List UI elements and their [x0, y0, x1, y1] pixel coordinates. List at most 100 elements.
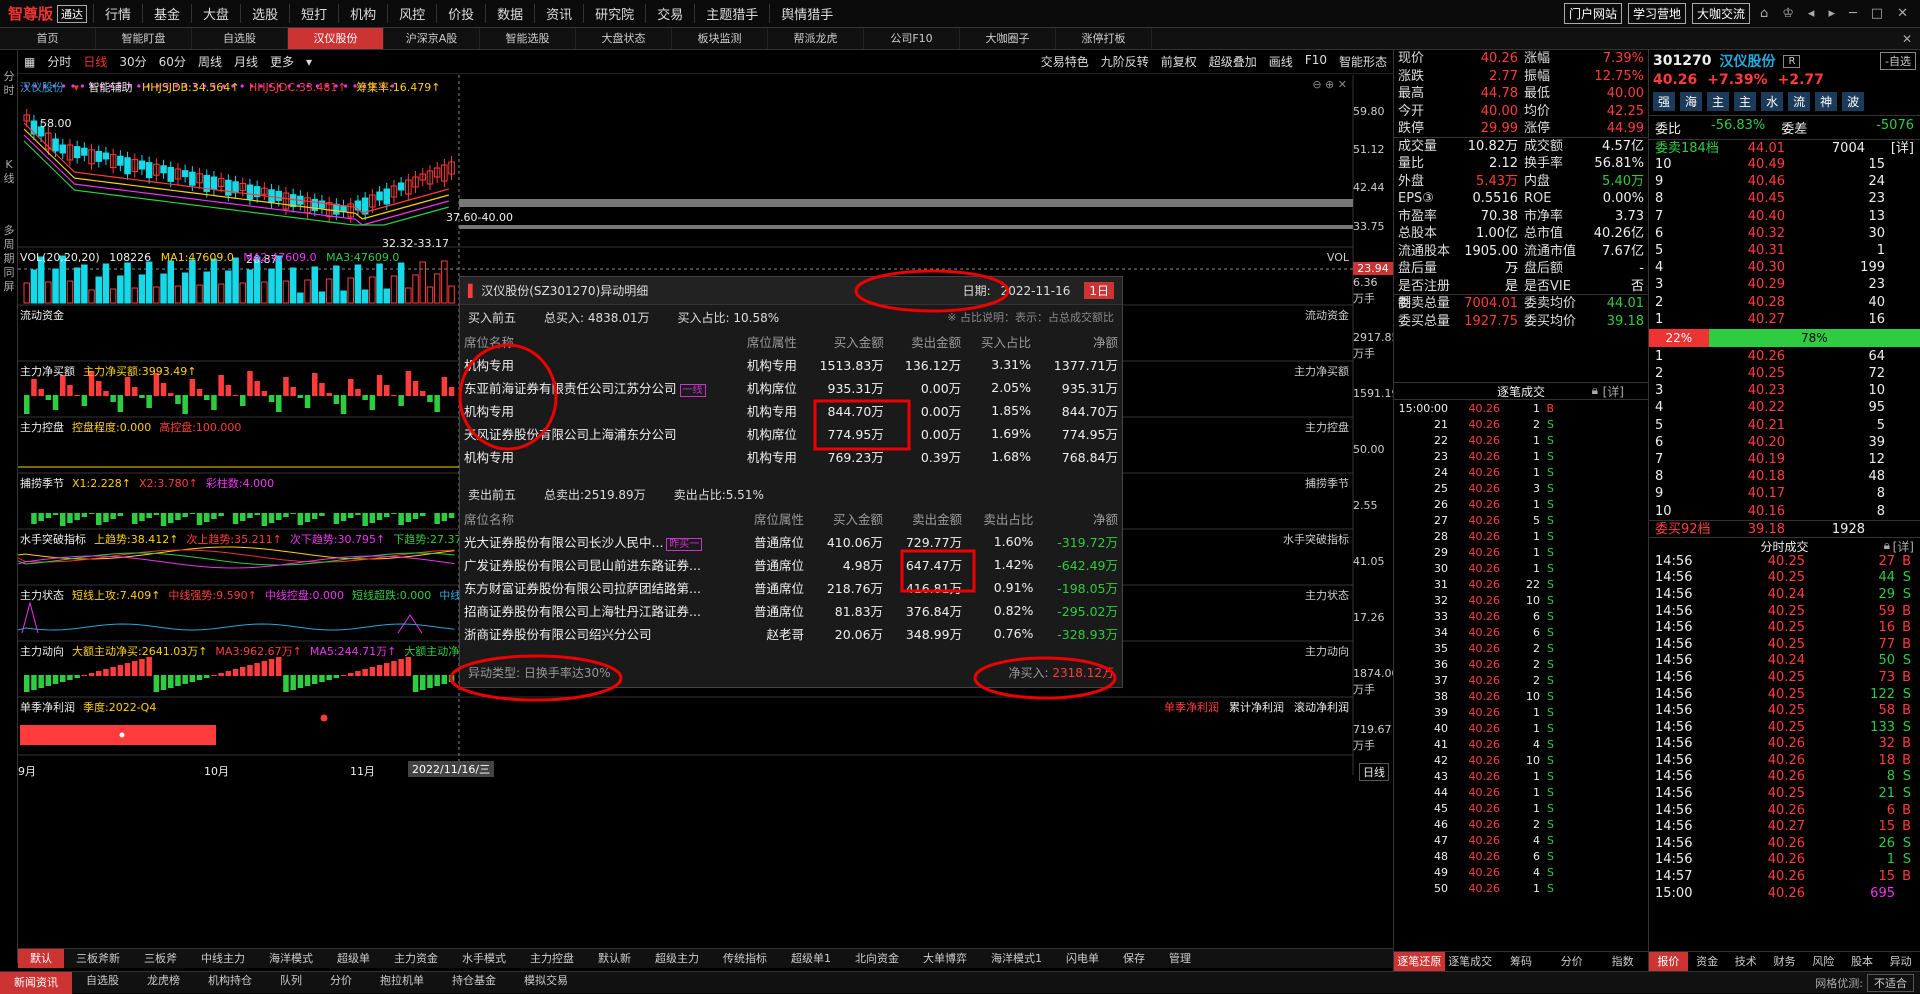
footer-tab[interactable]: 分价 [316, 972, 366, 994]
portal-button[interactable]: 门户网站 [1563, 3, 1622, 24]
tab-7[interactable]: 板块监测 [672, 28, 768, 49]
period-button[interactable]: 60分 [153, 53, 192, 70]
learning-button[interactable]: 学习营地 [1627, 3, 1686, 24]
stock-tab[interactable]: 股本 [1843, 952, 1882, 971]
template-tab[interactable]: 大单博弈 [911, 949, 979, 968]
menu-item[interactable]: 选股 [240, 4, 289, 23]
tab-1[interactable]: 智能盯盘 [96, 28, 192, 49]
level-row[interactable]: 1 40.26 64 [1649, 348, 1920, 365]
exchange-button[interactable]: 大咖交流 [1691, 3, 1750, 24]
lock-icon[interactable]: 🔒︎ [1884, 538, 1890, 553]
tab-6[interactable]: 大盘状态 [576, 28, 672, 49]
sidebar-item-fenshi[interactable]: 分时 [0, 70, 18, 98]
profit-tab[interactable]: 单季净利润 [1164, 701, 1219, 714]
tab-5[interactable]: 智能选股 [480, 28, 576, 49]
sidebar-item-kline[interactable]: K线 [0, 158, 18, 186]
level-row[interactable]: 9 40.46 24 [1649, 173, 1920, 190]
menu-item[interactable]: 风控 [387, 4, 436, 23]
feature-icon[interactable]: 水 [1761, 92, 1784, 111]
home-icon[interactable]: ⌂ [1756, 6, 1772, 21]
menu-item[interactable]: 大盘 [191, 4, 240, 23]
tool-button[interactable]: F10 [1299, 53, 1333, 70]
level-row[interactable]: 10 40.49 15 [1649, 156, 1920, 173]
menu-item[interactable]: 行情 [93, 4, 142, 23]
tool-button[interactable]: 超级叠加 [1203, 53, 1263, 70]
template-tab[interactable]: 管理 [1157, 949, 1203, 968]
level-row[interactable]: 2 40.28 40 [1649, 294, 1920, 311]
stock-tab[interactable]: 报价 [1649, 952, 1688, 971]
template-tab[interactable]: 中线主力 [189, 949, 257, 968]
tool-button[interactable]: 画线 [1263, 53, 1299, 70]
template-tab[interactable]: 传统指标 [711, 949, 779, 968]
grid-test-value[interactable]: 不适合 [1867, 973, 1914, 992]
menu-item[interactable]: 基金 [142, 4, 191, 23]
panel-controls[interactable]: ⊖ ⊕ ✕ [1312, 78, 1347, 91]
period-button[interactable]: 月线 [228, 53, 264, 70]
stock-tab[interactable]: 风险 [1804, 952, 1843, 971]
level-row[interactable]: 8 40.18 48 [1649, 468, 1920, 485]
ticks-detail[interactable]: [详] [1603, 383, 1624, 400]
template-tab[interactable]: 海洋模式 [257, 949, 325, 968]
tab-10[interactable]: 大咖圈子 [960, 28, 1056, 49]
template-tab[interactable]: 水手模式 [450, 949, 518, 968]
lock-icon[interactable]: 🔒︎ [1592, 383, 1598, 398]
trades-detail[interactable]: [详] [1893, 538, 1914, 555]
footer-tab[interactable]: 机构持仓 [194, 972, 266, 994]
tab-11[interactable]: 涨停打板 [1056, 28, 1152, 49]
tab-close-icon[interactable]: ✕ [1894, 28, 1920, 49]
template-tab[interactable]: 超级主力 [643, 949, 711, 968]
footer-tab[interactable]: 新闻资讯 [0, 971, 72, 994]
menu-item[interactable]: 研究院 [583, 4, 645, 23]
tab-0[interactable]: 首页 [0, 28, 96, 49]
level-row[interactable]: 3 40.23 10 [1649, 382, 1920, 399]
back-icon[interactable]: ◂ [1804, 6, 1819, 21]
anomaly-detail-popup[interactable]: ▌ 汉仪股份(SZ301270)异动明细 日期: 2022-11-16 1日 买… [449, 269, 1123, 702]
chart-area[interactable]: 汉仪股份 ▾ 智能辅助 HHJSJDB:34.564↑ HHJSJDC:33.4… [18, 75, 1399, 938]
level-row[interactable]: 10 40.16 8 [1649, 503, 1920, 520]
template-tab[interactable]: 北向资金 [843, 949, 911, 968]
template-tab[interactable]: 超级单1 [779, 949, 843, 968]
level-row[interactable]: 7 40.19 12 [1649, 451, 1920, 468]
footer-tab[interactable]: 龙虎榜 [133, 972, 194, 994]
template-tab[interactable]: 海洋模式1 [979, 949, 1054, 968]
period-more-button[interactable]: 更多 [264, 53, 300, 70]
template-tab[interactable]: 超级单 [325, 949, 382, 968]
stock-tab[interactable]: 财务 [1765, 952, 1804, 971]
quote-tab[interactable]: 指数 [1597, 952, 1648, 971]
feature-icon[interactable]: 主 [1734, 92, 1757, 111]
stock-tab[interactable]: 资金 [1688, 952, 1727, 971]
level-row[interactable]: 4 40.22 95 [1649, 399, 1920, 416]
footer-tab[interactable]: 自选股 [72, 972, 133, 994]
forward-icon[interactable]: ▸ [1824, 6, 1839, 21]
level-row[interactable]: 6 40.32 30 [1649, 225, 1920, 242]
level-row[interactable]: 1 40.27 16 [1649, 311, 1920, 328]
template-tab[interactable]: 主力控盘 [518, 949, 586, 968]
level-row[interactable]: 9 40.17 8 [1649, 485, 1920, 502]
template-tab[interactable]: 闪电单 [1054, 949, 1111, 968]
footer-tab[interactable]: 持仓基金 [438, 972, 510, 994]
menu-item[interactable]: 交易 [645, 4, 694, 23]
minimize-icon[interactable]: ─ [1845, 6, 1861, 21]
tab-4[interactable]: 沪深京A股 [384, 28, 480, 49]
template-tab[interactable]: 三板斧新 [64, 949, 132, 968]
menu-item[interactable]: 舆情猎手 [769, 4, 844, 23]
stock-tab[interactable]: 技术 [1726, 952, 1765, 971]
tool-button[interactable]: 前复权 [1155, 53, 1203, 70]
quote-tab[interactable]: 逐笔还原 [1394, 952, 1445, 971]
tab-2[interactable]: 自选股 [192, 28, 288, 49]
tool-button[interactable]: 智能形态 [1333, 53, 1393, 70]
period-button-active[interactable]: 日线 [77, 53, 113, 70]
maximize-icon[interactable]: □ [1867, 6, 1887, 21]
profit-tab[interactable]: 滚动净利润 [1294, 701, 1349, 714]
add-watchlist-button[interactable]: -自选 [1880, 52, 1916, 70]
detail-link[interactable]: [详] [1891, 140, 1914, 156]
level-row[interactable]: 4 40.30 199 [1649, 259, 1920, 276]
quote-tab[interactable]: 分价 [1546, 952, 1597, 971]
profit-tab[interactable]: 累计净利润 [1229, 701, 1284, 714]
menu-item[interactable]: 价投 [436, 4, 485, 23]
menu-item[interactable]: 资讯 [534, 4, 583, 23]
level-row[interactable]: 6 40.20 39 [1649, 434, 1920, 451]
shirt-icon[interactable]: ♔ [1778, 6, 1798, 21]
menu-item[interactable]: 数据 [485, 4, 534, 23]
feature-icon[interactable]: 神 [1815, 92, 1838, 111]
